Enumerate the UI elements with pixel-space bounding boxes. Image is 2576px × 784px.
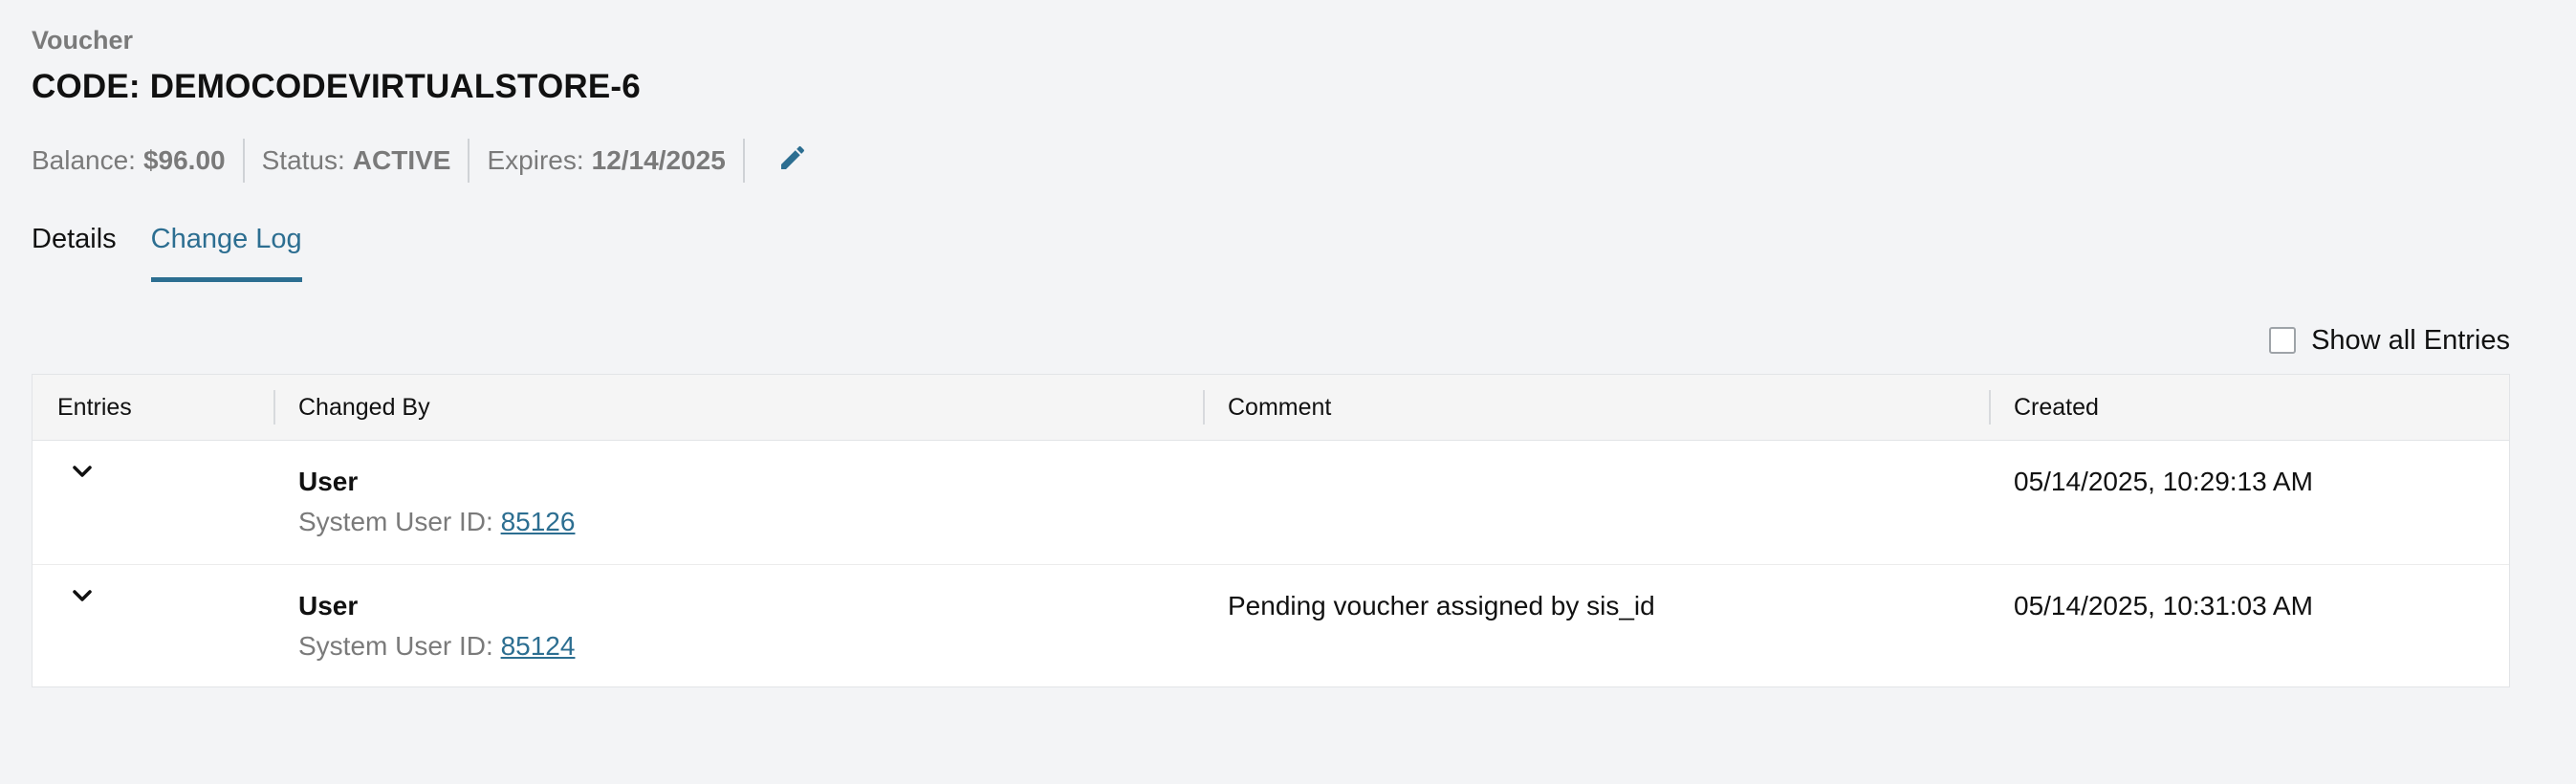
- voucher-meta: Balance: $96.00 Status: ACTIVE Expires: …: [32, 139, 814, 183]
- balance-value: $96.00: [142, 145, 226, 175]
- page-title: CODE: DEMOCODEVIRTUALSTORE-6: [32, 68, 641, 105]
- expand-row-button[interactable]: [69, 584, 96, 611]
- status-label: Status:: [261, 145, 345, 175]
- table-header: Entries Changed By Comment Created: [33, 375, 2509, 441]
- divider: [742, 139, 745, 183]
- system-user-id: System User ID: 85126: [298, 502, 1203, 542]
- changed-by-cell: User System User ID: 85126: [273, 462, 1203, 542]
- chevron-down-icon: [72, 465, 93, 483]
- system-user-id-label: System User ID:: [298, 631, 501, 661]
- user-id-link[interactable]: 85124: [501, 631, 576, 661]
- table-row: User System User ID: 85126 05/14/2025, 1…: [33, 441, 2509, 565]
- tab-bar: Details Change Log: [32, 218, 337, 282]
- show-all-entries-checkbox[interactable]: [2269, 327, 2297, 354]
- created-cell: 05/14/2025, 10:29:13 AM: [2014, 467, 2313, 496]
- column-header-changed-by: Changed By: [273, 375, 1203, 440]
- column-header-comment: Comment: [1203, 375, 1989, 440]
- expires-info: Expires: 12/14/2025: [487, 139, 725, 183]
- status-info: Status: ACTIVE: [262, 139, 451, 183]
- voucher-page: Voucher CODE: DEMOCODEVIRTUALSTORE-6 Bal…: [32, 0, 2510, 784]
- show-all-entries-toggle[interactable]: Show all Entries: [2269, 321, 2510, 359]
- change-log-table: Entries Changed By Comment Created User …: [32, 374, 2510, 687]
- chevron-down-icon: [72, 589, 93, 607]
- expand-row-button[interactable]: [69, 460, 96, 487]
- changed-by-cell: User System User ID: 85124: [273, 586, 1203, 666]
- user-name: User: [298, 467, 359, 496]
- tab-change-log[interactable]: Change Log: [150, 218, 302, 282]
- divider: [242, 139, 245, 183]
- column-header-entries: Entries: [57, 394, 132, 421]
- tab-details[interactable]: Details: [32, 218, 117, 277]
- edit-button[interactable]: [772, 140, 814, 182]
- expires-label: Expires:: [487, 145, 584, 175]
- balance-info: Balance: $96.00: [32, 139, 226, 183]
- comment-cell: Pending voucher assigned by sis_id: [1228, 591, 1655, 621]
- table-row: User System User ID: 85124 Pending vouch…: [33, 565, 2509, 689]
- status-value: ACTIVE: [352, 145, 451, 175]
- column-header-created: Created: [1989, 375, 2511, 440]
- expires-value: 12/14/2025: [591, 145, 726, 175]
- created-cell: 05/14/2025, 10:31:03 AM: [2014, 591, 2313, 621]
- system-user-id: System User ID: 85124: [298, 626, 1203, 666]
- user-name: User: [298, 591, 359, 621]
- pencil-icon: [777, 142, 808, 180]
- divider: [468, 139, 470, 183]
- balance-label: Balance:: [32, 145, 136, 175]
- system-user-id-label: System User ID:: [298, 507, 501, 536]
- user-id-link[interactable]: 85126: [501, 507, 576, 536]
- page-label: Voucher: [32, 26, 134, 54]
- show-all-entries-label: Show all Entries: [2311, 324, 2510, 356]
